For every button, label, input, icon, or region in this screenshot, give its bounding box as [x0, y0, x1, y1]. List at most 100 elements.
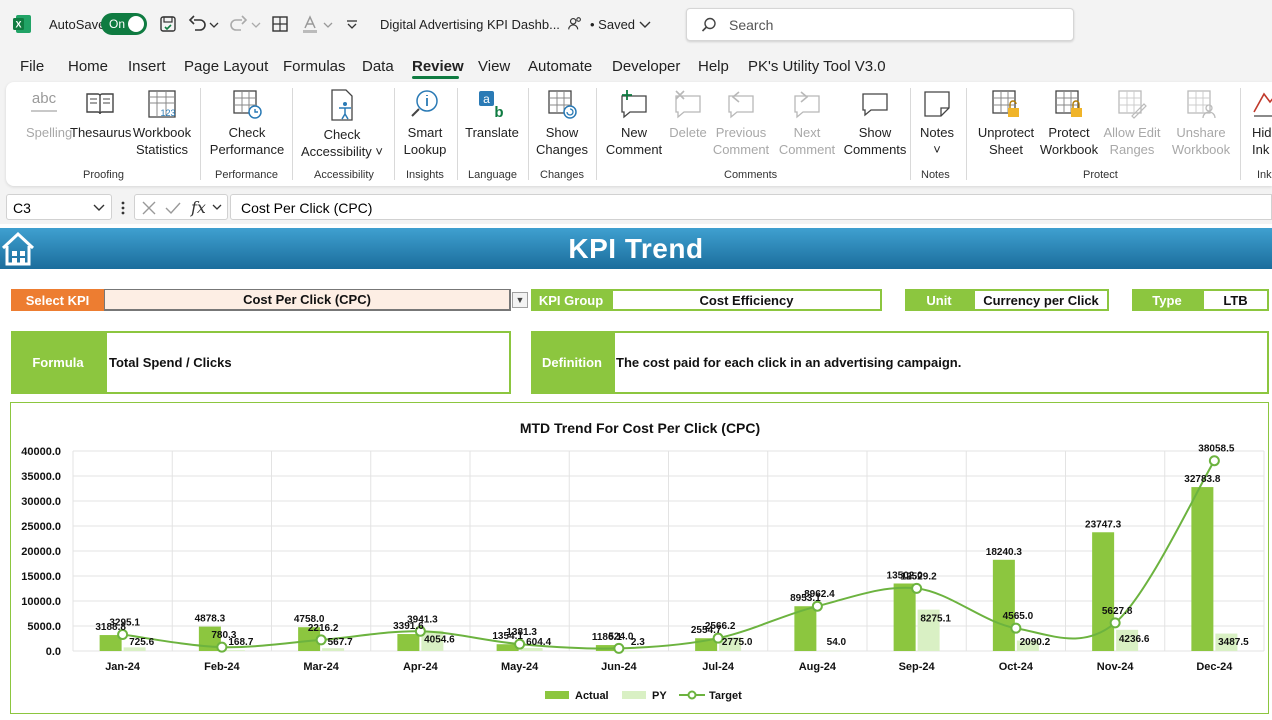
saved-status[interactable]: • Saved — [590, 17, 635, 32]
font-color-dropdown-icon[interactable] — [322, 14, 334, 34]
group-insights-label: Insights — [406, 169, 444, 181]
check-accessibility-icon — [331, 89, 353, 121]
tab-pk-utility-tool[interactable]: PK's Utility Tool V3.0 — [748, 58, 886, 75]
enter-check-icon[interactable] — [165, 200, 181, 216]
bar-actual — [397, 634, 420, 651]
search-placeholder: Search — [729, 17, 774, 33]
ribbon-separator — [910, 88, 911, 180]
tab-formulas[interactable]: Formulas — [283, 58, 346, 75]
previous-comment-button[interactable]: Previous Comment — [710, 88, 772, 158]
data-label-actual: 4878.3 — [195, 614, 226, 625]
redo-icon[interactable] — [228, 14, 248, 34]
kpi-trend-banner: KPI Trend — [0, 228, 1272, 269]
unprotect-sheet-label-2: Sheet — [989, 142, 1023, 157]
tab-home[interactable]: Home — [68, 58, 108, 75]
data-label-py: 567.7 — [328, 637, 353, 648]
borders-icon[interactable] — [270, 14, 290, 34]
target-point — [315, 634, 327, 646]
y-tick-label: 30000.0 — [21, 496, 61, 508]
protect-workbook-button[interactable]: Protect Workbook — [1036, 88, 1102, 158]
fx-chevron-down-icon[interactable] — [212, 204, 222, 212]
formula-actions: fx — [134, 194, 228, 220]
customize-qat-icon[interactable] — [342, 14, 362, 34]
show-comments-button[interactable]: Show Comments — [842, 88, 908, 158]
autosave-state: On — [109, 17, 126, 31]
x-tick-label: Mar-24 — [303, 661, 339, 673]
share-people-icon[interactable] — [566, 15, 584, 33]
document-title[interactable]: Digital Advertising KPI Dashb... — [380, 17, 560, 32]
group-accessibility-label: Accessibility — [314, 169, 374, 181]
delete-comment-button[interactable]: Delete — [668, 88, 708, 141]
translate-label: Translate — [465, 125, 519, 140]
undo-icon[interactable] — [188, 14, 208, 34]
allow-edit-ranges-icon — [1118, 90, 1147, 119]
mtd-trend-chart[interactable]: MTD Trend For Cost Per Click (CPC) 0.0 500… — [10, 402, 1269, 714]
check-performance-button[interactable]: Check Performance — [206, 88, 288, 158]
saved-chevron-down-icon[interactable] — [638, 14, 652, 34]
autosave-toggle[interactable]: On — [101, 13, 147, 35]
unprotect-sheet-button[interactable]: Unprotect Sheet — [972, 88, 1040, 158]
redo-dropdown-icon[interactable] — [250, 14, 262, 34]
tab-review[interactable]: Review — [412, 58, 464, 75]
hide-ink-button[interactable]: Hid Ink ˅ — [1246, 88, 1272, 158]
data-label-actual: 23747.3 — [1085, 519, 1122, 530]
workbook-statistics-button[interactable]: 123 Workbook Statistics — [130, 88, 194, 158]
thesaurus-button[interactable]: Thesaurus — [70, 88, 131, 141]
hide-ink-label-2: Ink ˅ — [1252, 142, 1272, 157]
font-color-icon[interactable] — [300, 14, 320, 34]
smart-lookup-button[interactable]: Smart Lookup — [400, 88, 450, 158]
kpi-dropdown-arrow-icon[interactable]: ▼ — [512, 292, 528, 308]
formula-input[interactable]: Cost Per Click (CPC) — [230, 194, 1272, 220]
legend-label-py: PY — [652, 690, 667, 702]
name-box[interactable]: C3 — [6, 194, 112, 220]
more-options-icon[interactable] — [120, 200, 126, 216]
bar-actual — [1092, 532, 1115, 651]
insert-function-icon[interactable]: fx — [191, 198, 206, 217]
tab-automate[interactable]: Automate — [528, 58, 592, 75]
y-tick-label: 35000.0 — [21, 471, 61, 483]
tab-page-layout[interactable]: Page Layout — [184, 58, 268, 75]
unshare-workbook-button[interactable]: Unshare Workbook — [1166, 88, 1236, 158]
select-kpi-cell[interactable]: Cost Per Click (CPC) — [104, 289, 511, 311]
name-box-chevron-down-icon[interactable] — [93, 203, 105, 213]
next-comment-button[interactable]: Next Comment — [776, 88, 838, 158]
ribbon-review: abc Spelling Thesaurus 123 Workbook Stat… — [6, 82, 1272, 186]
notes-icon — [924, 91, 950, 117]
notes-button[interactable]: Notes ˅ — [916, 88, 958, 158]
data-label-py: 2090.2 — [1020, 637, 1051, 648]
save-icon[interactable] — [158, 14, 178, 34]
target-point — [911, 582, 923, 594]
worksheet: KPI Trend Select KPI Cost Per Click (CPC… — [0, 224, 1272, 720]
tab-file[interactable]: File — [20, 58, 44, 75]
unshare-workbook-icon — [1187, 90, 1216, 119]
cancel-icon[interactable] — [141, 200, 157, 216]
search-box[interactable]: Search — [686, 8, 1074, 41]
spelling-button[interactable]: abc Spelling — [26, 88, 72, 141]
translate-icon: ab — [479, 91, 504, 120]
show-changes-button[interactable]: Show Changes — [534, 88, 590, 158]
tab-view[interactable]: View — [478, 58, 510, 75]
bar-actual — [1191, 487, 1214, 651]
translate-button[interactable]: ab Translate — [464, 88, 520, 141]
unprotect-sheet-label-1: Unprotect — [977, 125, 1035, 140]
check-accessibility-label-2: Accessibility ˅ — [301, 144, 383, 159]
undo-dropdown-icon[interactable] — [208, 14, 220, 34]
new-comment-button[interactable]: New Comment — [602, 88, 666, 158]
data-label-target: 12529.2 — [901, 571, 938, 582]
kpi-group-value: Cost Efficiency — [611, 289, 882, 311]
tab-help[interactable]: Help — [698, 58, 729, 75]
data-label-target: 3941.3 — [407, 614, 438, 625]
tab-data[interactable]: Data — [362, 58, 394, 75]
data-label-target: 3295.1 — [109, 618, 140, 629]
svg-text:123: 123 — [160, 108, 175, 118]
svg-text:X: X — [15, 20, 21, 30]
tab-insert[interactable]: Insert — [128, 58, 166, 75]
allow-edit-ranges-button[interactable]: Allow Edit Ranges — [1100, 88, 1164, 158]
x-tick-label: May-24 — [501, 661, 539, 673]
check-performance-label-2: Performance — [209, 142, 285, 157]
data-label-py: 2775.0 — [722, 637, 753, 648]
protect-workbook-label-2: Workbook — [1039, 142, 1099, 157]
home-icon[interactable] — [0, 230, 36, 268]
tab-developer[interactable]: Developer — [612, 58, 680, 75]
check-accessibility-button[interactable]: Check Accessibility ˅ — [298, 88, 386, 160]
